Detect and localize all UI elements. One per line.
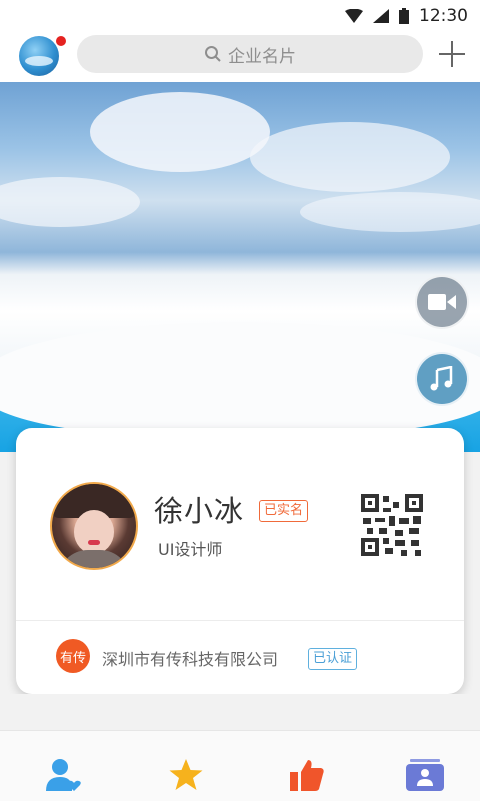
cloud — [90, 92, 270, 172]
star-icon — [169, 759, 203, 790]
user-avatar-button[interactable] — [19, 36, 59, 76]
contacts-icon — [46, 759, 81, 791]
company-logo: 有传 — [56, 639, 90, 673]
status-icons: 12:30 — [345, 6, 468, 26]
nav-likes[interactable] — [287, 755, 327, 795]
wifi-icon — [345, 9, 363, 23]
nav-favorites[interactable] — [166, 755, 206, 795]
cloud — [250, 122, 450, 192]
thumbs-up-icon — [290, 760, 324, 791]
certified-badge: 已认证 — [308, 648, 358, 670]
real-name-badge: 已实名 — [259, 500, 309, 522]
battery-icon — [399, 8, 409, 24]
business-card[interactable]: 徐小冰 已实名 UI设计师 有传 深圳市有传科技有限公司 已认证 — [16, 428, 464, 694]
cloud — [0, 177, 140, 227]
header: 企业名片 — [0, 34, 480, 82]
company-name[interactable]: 深圳市有传科技有限公司 — [102, 646, 278, 670]
bottom-nav — [0, 730, 480, 801]
search-icon — [205, 46, 221, 62]
status-time: 12:30 — [419, 6, 468, 26]
snow-field — [0, 322, 480, 437]
nav-contacts[interactable] — [44, 755, 84, 795]
profile-name: 徐小冰 — [154, 494, 245, 528]
card-divider — [16, 620, 464, 621]
search-placeholder: 企业名片 — [228, 46, 296, 67]
signal-icon — [373, 9, 389, 23]
music-button[interactable] — [415, 352, 469, 406]
search-input[interactable]: 企业名片 — [77, 35, 423, 73]
video-icon — [428, 294, 456, 310]
qr-code-icon[interactable] — [361, 494, 423, 556]
add-icon[interactable] — [436, 38, 468, 70]
video-button[interactable] — [415, 275, 469, 329]
job-title: UI设计师 — [158, 540, 223, 559]
notification-dot — [56, 36, 66, 46]
nav-card[interactable] — [405, 755, 445, 795]
status-bar: 12:30 — [0, 0, 480, 34]
profile-avatar[interactable] — [50, 482, 138, 570]
cloud — [300, 192, 480, 232]
banner-carousel[interactable] — [0, 82, 480, 452]
card-icon — [406, 759, 444, 791]
music-icon — [430, 366, 453, 391]
content-gap — [0, 694, 480, 730]
